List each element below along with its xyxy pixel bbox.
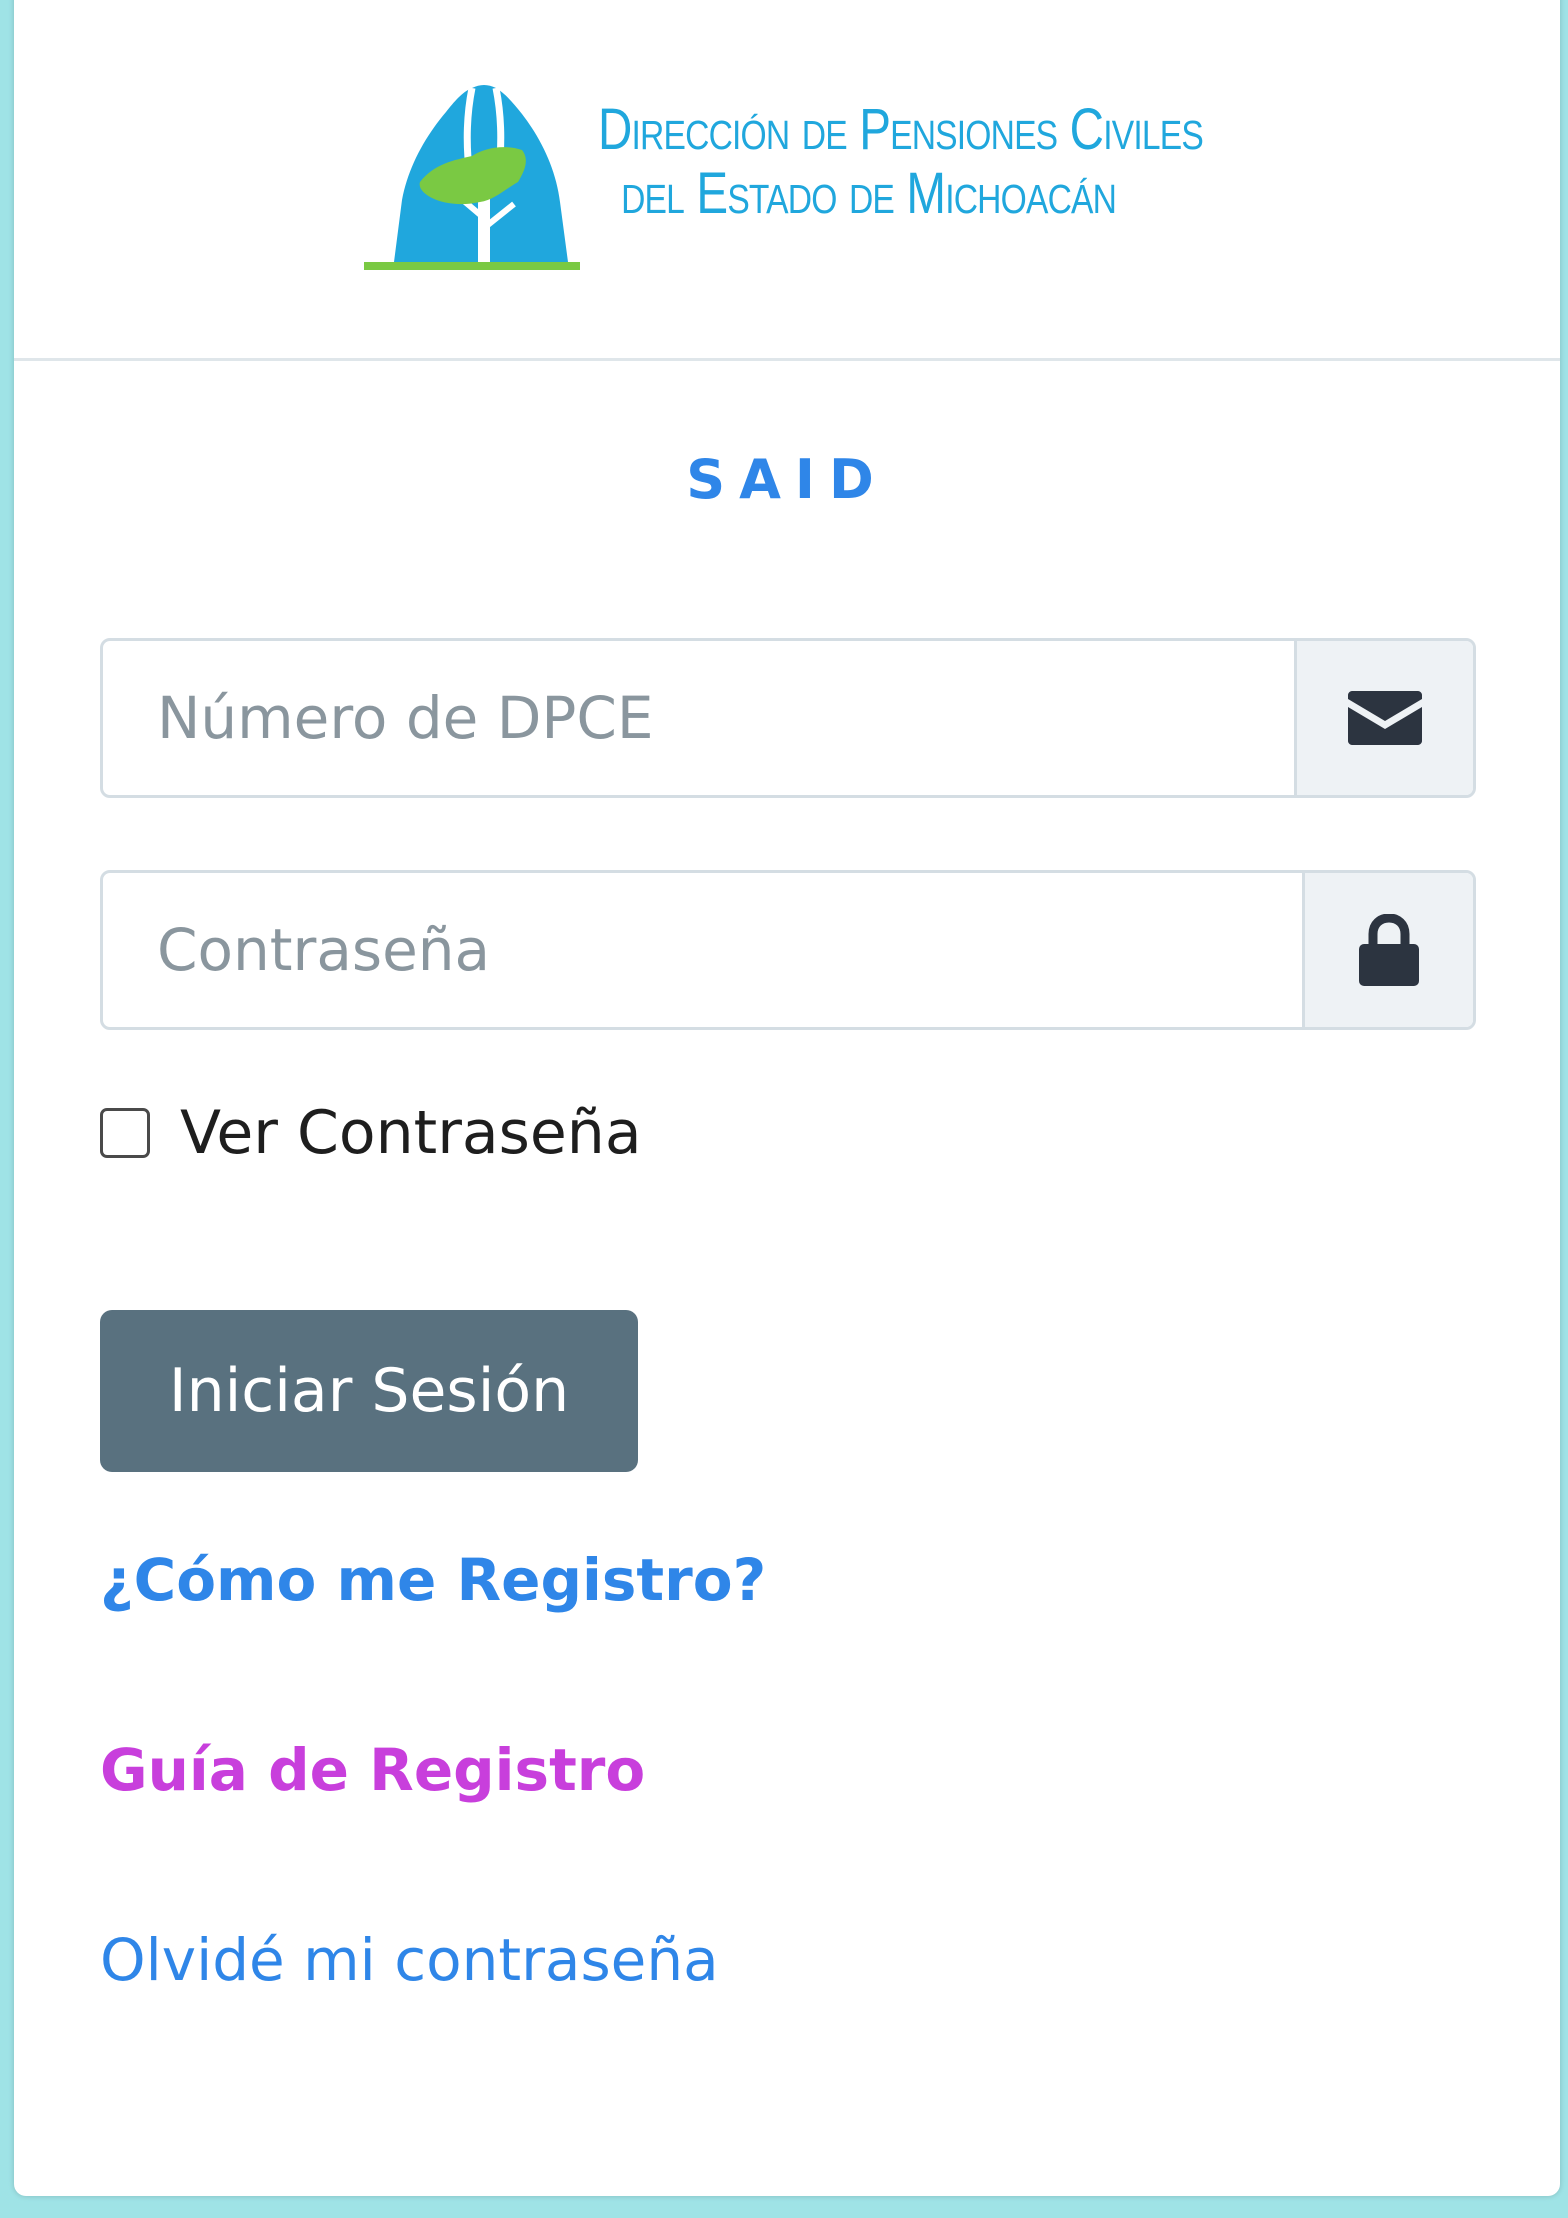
lock-icon xyxy=(1359,914,1419,986)
show-password-row[interactable]: Ver Contraseña xyxy=(100,1098,642,1168)
dpce-addon xyxy=(1294,641,1473,795)
show-password-checkbox[interactable] xyxy=(100,1108,150,1158)
app-title: SAID xyxy=(686,448,888,511)
brand-text: Dirección de Pensiones Civiles del Estad… xyxy=(598,97,1204,226)
dpce-number-input[interactable] xyxy=(103,641,1294,795)
brand-line-1: Dirección de Pensiones Civiles xyxy=(598,97,1204,162)
envelope-icon xyxy=(1348,691,1422,745)
registration-guide-link[interactable]: Guía de Registro xyxy=(100,1736,645,1804)
forgot-password-link[interactable]: Olvidé mi contraseña xyxy=(100,1926,719,1994)
show-password-label[interactable]: Ver Contraseña xyxy=(180,1098,642,1168)
how-to-register-link[interactable]: ¿Cómo me Registro? xyxy=(100,1546,766,1614)
password-input[interactable] xyxy=(103,873,1302,1027)
login-button[interactable]: Iniciar Sesión xyxy=(100,1310,638,1472)
dpce-logo xyxy=(364,85,580,270)
dpce-input-group xyxy=(100,638,1476,798)
password-addon xyxy=(1302,873,1473,1027)
login-card: Dirección de Pensiones Civiles del Estad… xyxy=(14,0,1560,2196)
brand-line-2: del Estado de Michoacán xyxy=(621,161,1117,226)
card-header: Dirección de Pensiones Civiles del Estad… xyxy=(14,0,1560,361)
password-input-group xyxy=(100,870,1476,1030)
